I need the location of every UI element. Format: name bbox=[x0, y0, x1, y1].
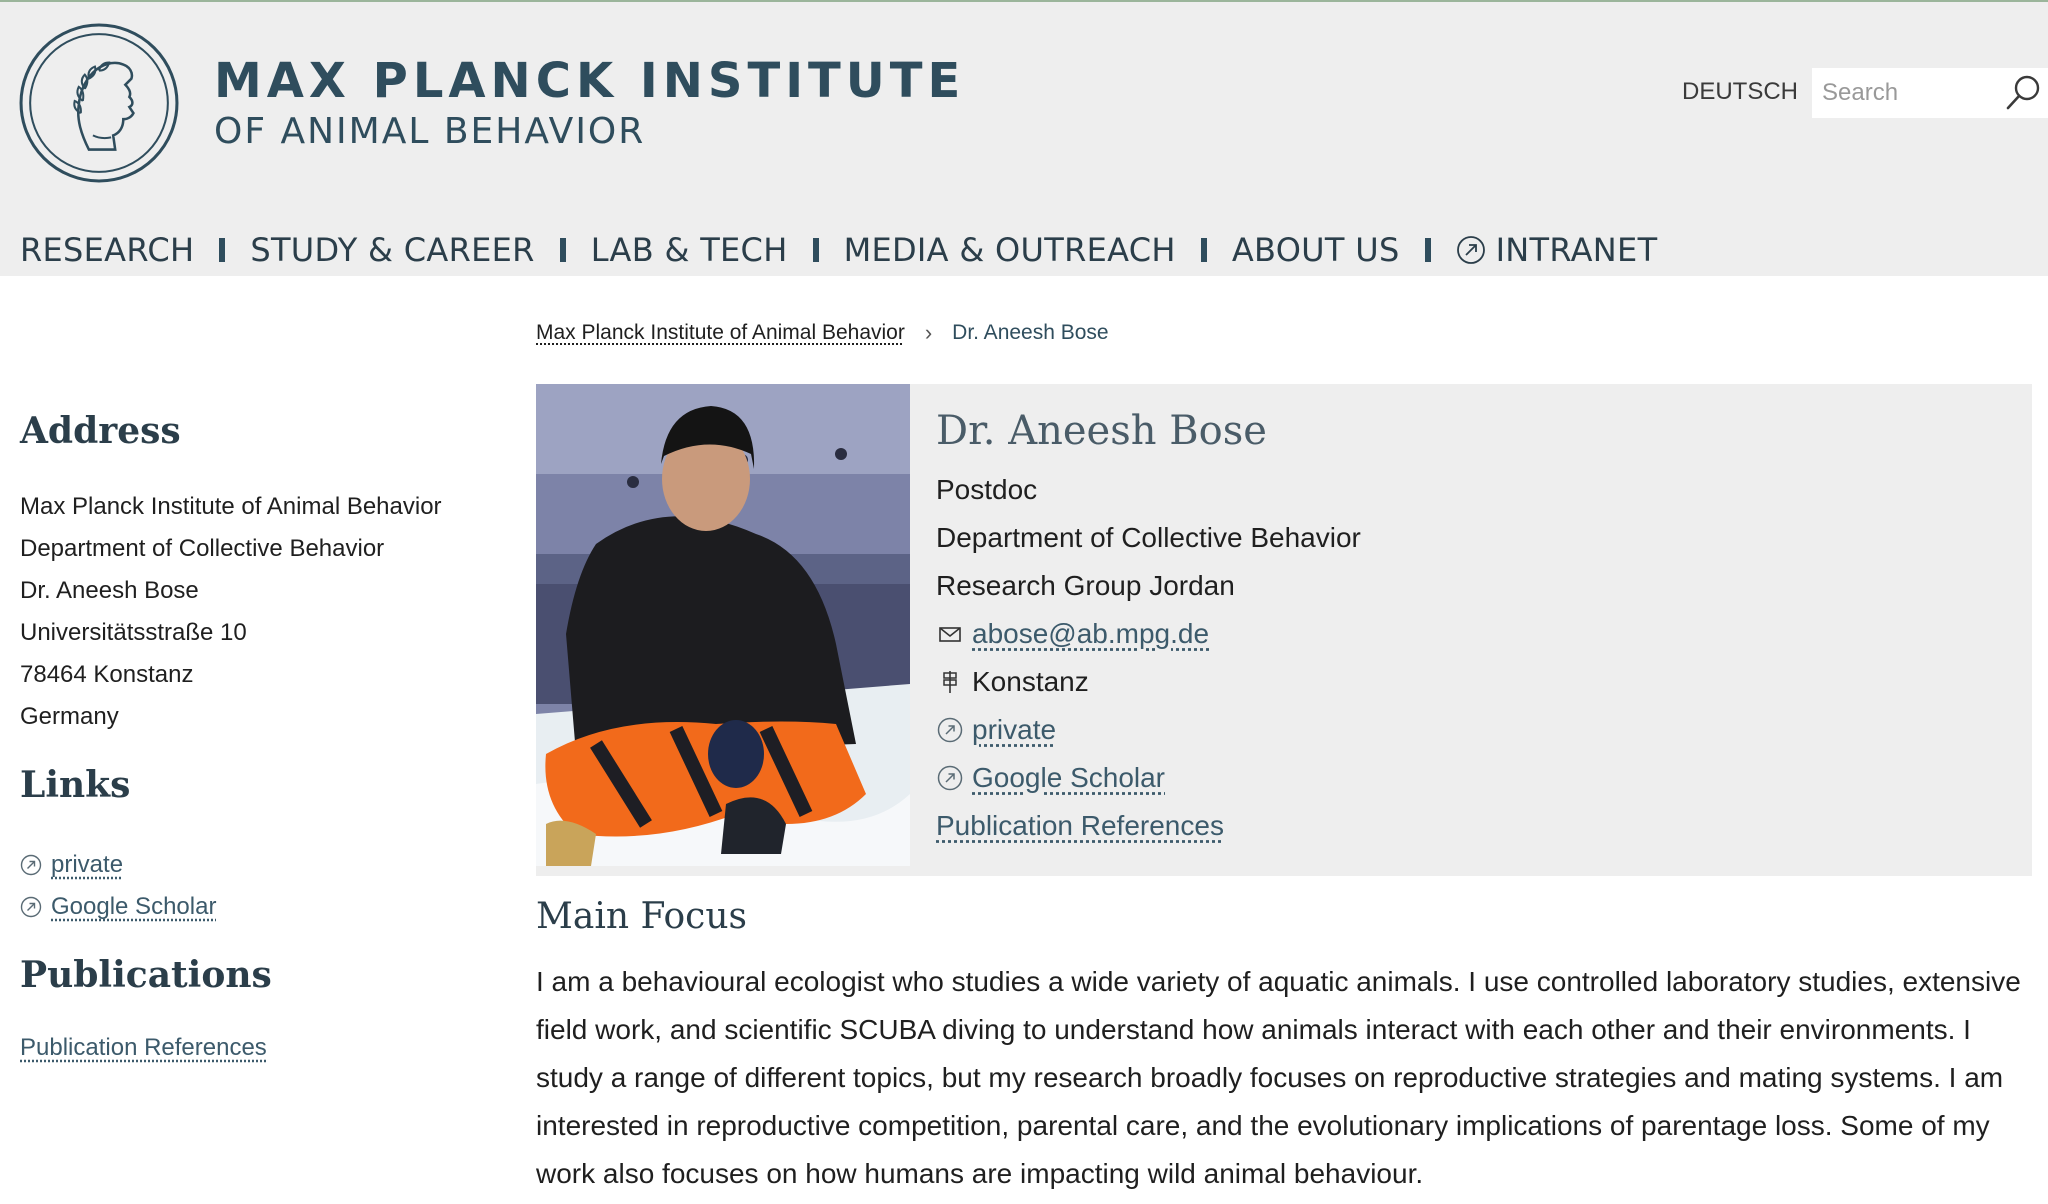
address-heading: Address bbox=[20, 410, 181, 452]
profile-card: Dr. Aneesh Bose Postdoc Department of Co… bbox=[536, 384, 2032, 876]
nav-separator bbox=[1200, 238, 1207, 262]
external-link-icon bbox=[1456, 236, 1485, 264]
nav-media-outreach[interactable]: MEDIA & OUTREACH bbox=[844, 231, 1176, 269]
breadcrumb-home-link[interactable]: Max Planck Institute of Animal Behavior bbox=[536, 321, 905, 345]
profile-email-row: abose@ab.mpg.de bbox=[936, 610, 1361, 658]
breadcrumb-current: Dr. Aneesh Bose bbox=[952, 321, 1109, 344]
email-link[interactable]: abose@ab.mpg.de bbox=[972, 618, 1209, 650]
address-block: Max Planck Institute of Animal Behavior … bbox=[20, 486, 500, 738]
minerva-seal-icon[interactable] bbox=[18, 22, 180, 184]
breadcrumb: Max Planck Institute of Animal Behavior … bbox=[536, 320, 1109, 346]
search-input[interactable] bbox=[1812, 68, 2002, 118]
nav-study-career[interactable]: STUDY & CAREER bbox=[250, 231, 534, 269]
profile-name: Dr. Aneesh Bose bbox=[936, 408, 1267, 454]
profile-group: Research Group Jordan bbox=[936, 570, 1235, 601]
nav-separator bbox=[1424, 238, 1431, 262]
sidebar-link-google-scholar: Google Scholar bbox=[20, 886, 500, 928]
external-link-icon bbox=[937, 765, 963, 791]
nav-intranet[interactable]: INTRANET bbox=[1456, 231, 1658, 269]
nav-about-us[interactable]: ABOUT US bbox=[1232, 231, 1400, 269]
sidebar-links: private Google Scholar bbox=[20, 844, 500, 928]
profile-google-scholar-link[interactable]: Google Scholar bbox=[972, 762, 1165, 794]
main-navigation: RESEARCH STUDY & CAREER LAB & TECH MEDIA… bbox=[20, 226, 1657, 274]
profile-location: Konstanz bbox=[972, 666, 1089, 697]
address-line: Germany bbox=[20, 703, 119, 730]
logo-line-2: OF ANIMAL BEHAVIOR bbox=[214, 111, 646, 152]
google-scholar-link[interactable]: Google Scholar bbox=[51, 893, 216, 921]
search-box bbox=[1812, 68, 2048, 118]
signpost-icon bbox=[943, 671, 957, 693]
publication-references-link[interactable]: Publication References bbox=[20, 1034, 267, 1061]
address-line: Max Planck Institute of Animal Behavior bbox=[20, 493, 442, 520]
profile-location-row: Konstanz bbox=[936, 658, 1361, 706]
external-link-icon bbox=[20, 896, 42, 918]
profile-private-link[interactable]: private bbox=[972, 714, 1056, 746]
profile-info: Dr. Aneesh Bose Postdoc Department of Co… bbox=[936, 404, 1361, 850]
links-heading: Links bbox=[20, 764, 131, 806]
magnifier-icon[interactable] bbox=[2002, 72, 2044, 114]
language-switch-link[interactable]: DEUTSCH bbox=[1682, 78, 1798, 106]
sidebar-link-private: private bbox=[20, 844, 500, 886]
institute-logo-title[interactable]: MAX PLANCK INSTITUTE OF ANIMAL BEHAVIOR bbox=[214, 52, 965, 154]
profile-link-scholar-row: Google Scholar bbox=[936, 754, 1361, 802]
publications-heading: Publications bbox=[20, 954, 272, 996]
profile-photo bbox=[536, 384, 910, 866]
envelope-icon bbox=[939, 627, 961, 642]
profile-department: Department of Collective Behavior bbox=[936, 522, 1361, 553]
address-line: Dr. Aneesh Bose bbox=[20, 577, 199, 604]
sidebar: Address Max Planck Institute of Animal B… bbox=[20, 406, 500, 1062]
main-focus-heading: Main Focus bbox=[536, 896, 747, 937]
site-header: MAX PLANCK INSTITUTE OF ANIMAL BEHAVIOR … bbox=[0, 0, 2048, 276]
external-link-icon bbox=[20, 854, 42, 876]
profile-publications-row: Publication References bbox=[936, 802, 1361, 850]
private-link[interactable]: private bbox=[51, 851, 123, 879]
nav-separator bbox=[812, 238, 819, 262]
profile-link-private-row: private bbox=[936, 706, 1361, 754]
main-focus-text: I am a behavioural ecologist who studies… bbox=[536, 966, 2021, 1189]
profile-position: Postdoc bbox=[936, 474, 1038, 505]
nav-intranet-label: INTRANET bbox=[1495, 231, 1658, 269]
logo-line-1: MAX PLANCK INSTITUTE bbox=[214, 53, 966, 109]
address-line: Department of Collective Behavior bbox=[20, 535, 385, 562]
publications-block: Publication References bbox=[20, 1034, 500, 1062]
nav-research[interactable]: RESEARCH bbox=[20, 231, 194, 269]
external-link-icon bbox=[937, 717, 963, 743]
profile-publication-references-link[interactable]: Publication References bbox=[936, 810, 1224, 842]
address-line: 78464 Konstanz bbox=[20, 661, 194, 688]
breadcrumb-chevron-icon: › bbox=[924, 320, 933, 345]
nav-lab-tech[interactable]: LAB & TECH bbox=[591, 231, 788, 269]
address-line: Universitätsstraße 10 bbox=[20, 619, 247, 646]
nav-separator bbox=[219, 238, 226, 262]
nav-separator bbox=[559, 238, 566, 262]
